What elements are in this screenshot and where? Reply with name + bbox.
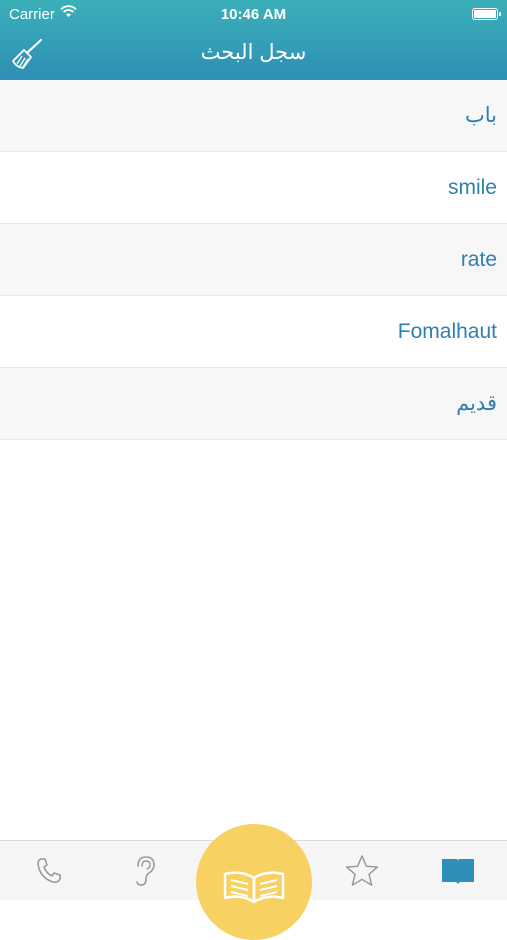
- history-item[interactable]: rate: [0, 224, 507, 296]
- tab-contact[interactable]: [19, 841, 79, 901]
- tab-history[interactable]: [428, 841, 488, 901]
- battery-icon: [472, 8, 501, 20]
- page-title: سجل البحث: [200, 41, 307, 64]
- status-time: 10:46 AM: [220, 6, 287, 23]
- history-item[interactable]: smile: [0, 152, 507, 224]
- status-bar: Carrier 10:46 AM: [0, 0, 507, 28]
- tab-favorites[interactable]: [332, 841, 392, 901]
- tab-listen[interactable]: [115, 841, 175, 901]
- history-list: باب smile rate Fomalhaut قديم: [0, 80, 507, 440]
- history-item[interactable]: Fomalhaut: [0, 296, 507, 368]
- header-bar: Carrier 10:46 AM سجل البحث: [0, 0, 507, 80]
- history-item[interactable]: باب: [0, 80, 507, 152]
- history-item[interactable]: قديم: [0, 368, 507, 440]
- tab-dictionary[interactable]: [196, 824, 312, 940]
- broom-icon[interactable]: [10, 37, 44, 71]
